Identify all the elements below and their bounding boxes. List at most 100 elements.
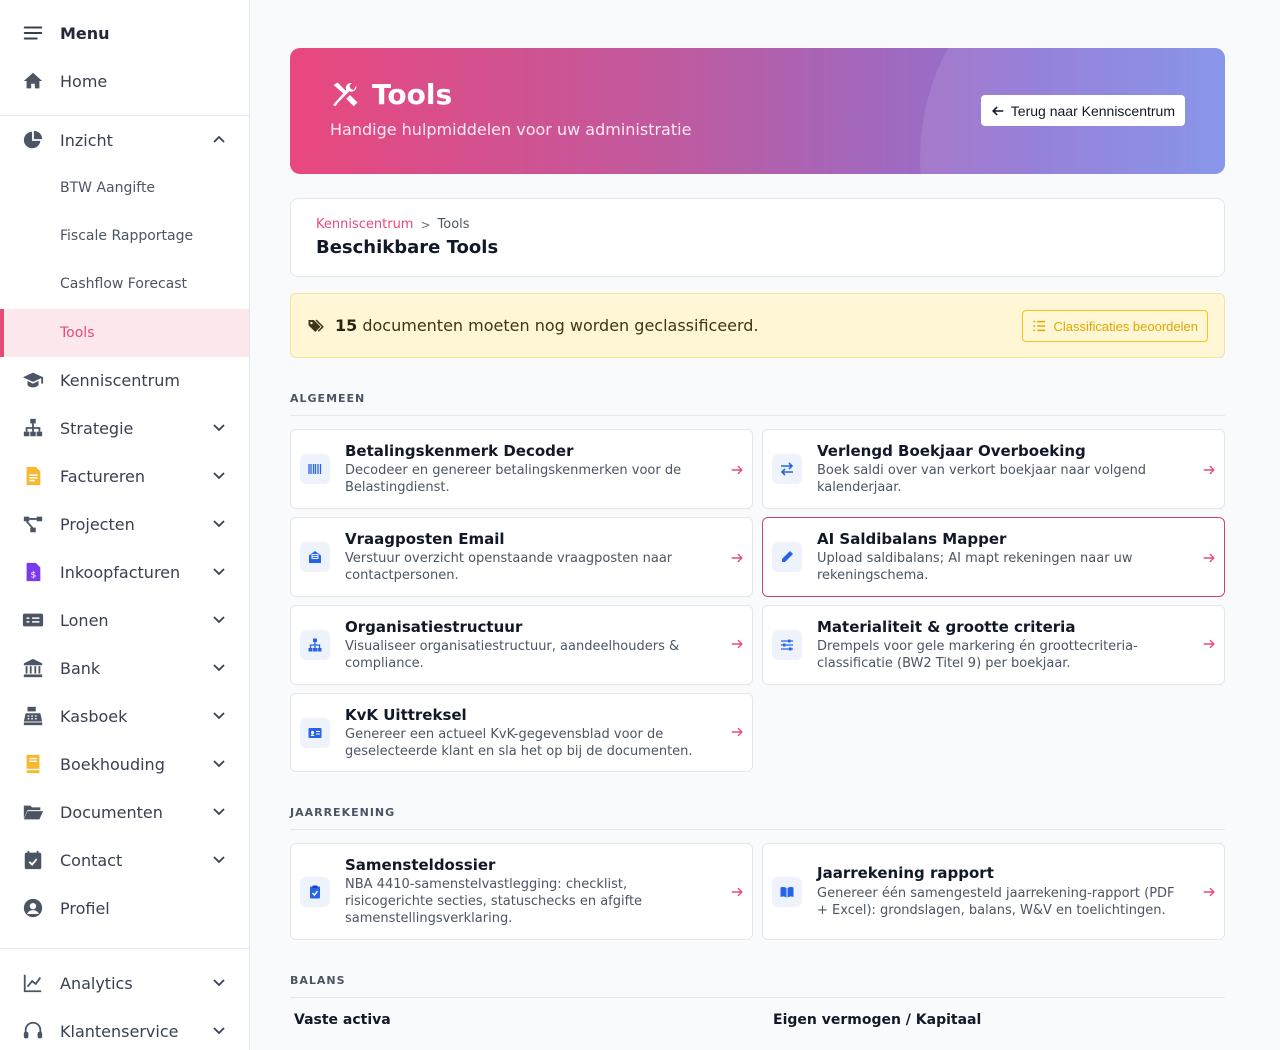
menu-label: Menu <box>60 23 110 43</box>
tool-card-betalingskenmerk[interactable]: Betalingskenmerk Decoder Decodeer en gen… <box>290 429 753 509</box>
file-invoice-icon <box>20 463 46 489</box>
breadcrumb-card: Kenniscentrum > Tools Beschikbare Tools <box>290 198 1225 277</box>
back-to-kenniscentrum-button[interactable]: Terug naar Kenniscentrum <box>980 95 1185 126</box>
headset-icon <box>20 1018 46 1044</box>
sidebar-item-label: Inkoopfacturen <box>60 562 181 582</box>
sidebar-item-label: Documenten <box>60 802 163 822</box>
sidebar-item-documenten[interactable]: Documenten <box>0 788 249 836</box>
main-content: Tools Handige hulpmiddelen voor uw admin… <box>250 0 1280 1050</box>
arrow-right-icon <box>730 462 744 476</box>
chevron-up-icon <box>211 131 229 149</box>
sidebar-item-boekhouding[interactable]: Boekhouding <box>0 740 249 788</box>
sidebar-item-label: Bank <box>60 658 101 678</box>
page-title: Beschikbare Tools <box>316 237 499 258</box>
id-card-icon <box>300 718 330 748</box>
sitemap-icon <box>20 415 46 441</box>
breadcrumb-link-kenniscentrum[interactable]: Kenniscentrum <box>316 217 413 232</box>
sidebar-subitem-label: Tools <box>60 325 95 341</box>
sidebar-item-strategie[interactable]: Strategie <box>0 404 249 452</box>
book-open-icon <box>772 877 802 907</box>
chevron-down-icon <box>211 515 229 533</box>
exchange-icon <box>772 454 802 484</box>
sidebar-item-label: Klantenservice <box>60 1021 179 1041</box>
sidebar-subitem-btw[interactable]: BTW Aangifte <box>0 164 249 212</box>
tool-card-verlengd-boekjaar[interactable]: Verlengd Boekjaar Overboeking Boek saldi… <box>762 429 1225 509</box>
tool-description: Decodeer en genereer betalingskenmerken … <box>345 463 682 495</box>
sliders-icon <box>772 630 802 660</box>
back-button-label: Terug naar Kenniscentrum <box>1010 102 1175 119</box>
tool-description: Verstuur overzicht openstaande vraagpost… <box>345 551 673 583</box>
sidebar-item-label: Analytics <box>60 973 133 993</box>
tool-card-vraagposten[interactable]: Vraagposten Email Verstuur overzicht ope… <box>290 517 753 597</box>
alert-text: documenten moeten nog worden geclassific… <box>357 316 759 335</box>
sidebar-item-profiel[interactable]: Profiel <box>0 884 249 932</box>
svg-text:$: $ <box>31 570 37 581</box>
sidebar-subitem-fiscale[interactable]: Fiscale Rapportage <box>0 212 249 260</box>
tool-title: KvK Uittreksel <box>345 706 467 724</box>
sidebar-subitem-tools[interactable]: Tools <box>0 309 249 357</box>
chevron-down-icon <box>211 467 229 485</box>
sidebar-item-contact[interactable]: Contact <box>0 836 249 884</box>
file-dollar-icon: $ <box>20 559 46 585</box>
tools-icon <box>330 80 372 110</box>
chevron-down-icon <box>211 611 229 629</box>
sidebar-item-projecten[interactable]: Projecten <box>0 500 249 548</box>
section-heading-algemeen: ALGEMEEN <box>290 392 1225 416</box>
sidebar-item-label: Kenniscentrum <box>60 370 180 390</box>
arrow-left-icon <box>991 104 1011 118</box>
chevron-down-icon <box>211 1022 229 1040</box>
folder-open-icon <box>20 799 46 825</box>
bank-icon <box>20 655 46 681</box>
tool-card-kvk-uittreksel[interactable]: KvK Uittreksel Genereer een actueel KvK-… <box>290 693 753 772</box>
arrow-right-icon <box>1202 636 1216 650</box>
sidebar-item-kasboek[interactable]: Kasboek <box>0 692 249 740</box>
sidebar-item-label: Contact <box>60 850 123 870</box>
sidebar-item-home[interactable]: Home <box>0 57 249 105</box>
sidebar-item-inzicht[interactable]: Inzicht <box>0 116 249 164</box>
tool-card-materialiteit[interactable]: Materialiteit & grootte criteria Drempel… <box>762 605 1225 685</box>
tool-card-organisatiestructuur[interactable]: Organisatiestructuur Visualiseer organis… <box>290 605 753 685</box>
tool-title: Vraagposten Email <box>345 530 505 548</box>
sidebar-item-analytics[interactable]: Analytics <box>0 959 249 1007</box>
sidebar-item-lonen[interactable]: Lonen <box>0 596 249 644</box>
sidebar-item-factureren[interactable]: Factureren <box>0 452 249 500</box>
chevron-down-icon <box>211 707 229 725</box>
sidebar-item-inkoopfacturen[interactable]: $ Inkoopfacturen <box>0 548 249 596</box>
chevron-down-icon <box>211 851 229 869</box>
sidebar-subitem-cashflow[interactable]: Cashflow Forecast <box>0 260 249 308</box>
tool-description: Genereer een actueel KvK-gegevensblad vo… <box>345 727 693 759</box>
chart-line-icon <box>20 970 46 996</box>
tool-card-samensteldossier[interactable]: Samensteldossier NBA 4410-samenstelvastl… <box>290 843 753 940</box>
sidebar-item-klantenservice[interactable]: Klantenservice <box>0 1007 249 1050</box>
chevron-down-icon <box>211 974 229 992</box>
balans-column-eigen-vermogen: Eigen vermogen / Kapitaal <box>773 1012 982 1028</box>
hamburger-icon <box>20 20 46 46</box>
review-classifications-button[interactable]: Classificaties beoordelen <box>1022 310 1208 342</box>
menu-toggle[interactable]: Menu <box>0 9 249 57</box>
graduation-cap-icon <box>20 367 46 393</box>
home-icon <box>20 68 46 94</box>
tool-card-jaarrekening-rapport[interactable]: Jaarrekening rapport Genereer één sameng… <box>762 843 1225 940</box>
section-heading-jaarrekening: JAARREKENING <box>290 806 1225 830</box>
tool-title: Betalingskenmerk Decoder <box>345 442 574 460</box>
arrow-right-icon <box>1202 550 1216 564</box>
sidebar-subitem-label: Fiscale Rapportage <box>60 228 194 244</box>
tags-icon <box>307 317 325 335</box>
envelope-open-icon <box>300 542 330 572</box>
tool-card-ai-saldibalans[interactable]: AI Saldibalans Mapper Upload saldibalans… <box>762 517 1225 597</box>
breadcrumb-separator: > <box>420 217 431 232</box>
arrow-right-icon <box>730 550 744 564</box>
sidebar-item-bank[interactable]: Bank <box>0 644 249 692</box>
sidebar-item-kenniscentrum[interactable]: Kenniscentrum <box>0 356 249 404</box>
calendar-check-icon <box>20 847 46 873</box>
chevron-down-icon <box>211 755 229 773</box>
tool-title: Verlengd Boekjaar Overboeking <box>817 442 1086 460</box>
arrow-right-icon <box>730 884 744 898</box>
tool-description: NBA 4410-samenstelvastlegging: checklist… <box>345 877 643 926</box>
pen-icon <box>772 542 802 572</box>
user-circle-icon <box>20 895 46 921</box>
tool-description: Genereer één samengesteld jaarrekening-r… <box>817 886 1175 918</box>
balans-column-vaste-activa: Vaste activa <box>294 1012 391 1028</box>
hero-subtitle: Handige hulpmiddelen voor uw administrat… <box>330 120 692 139</box>
breadcrumb-current: Tools <box>437 217 470 232</box>
